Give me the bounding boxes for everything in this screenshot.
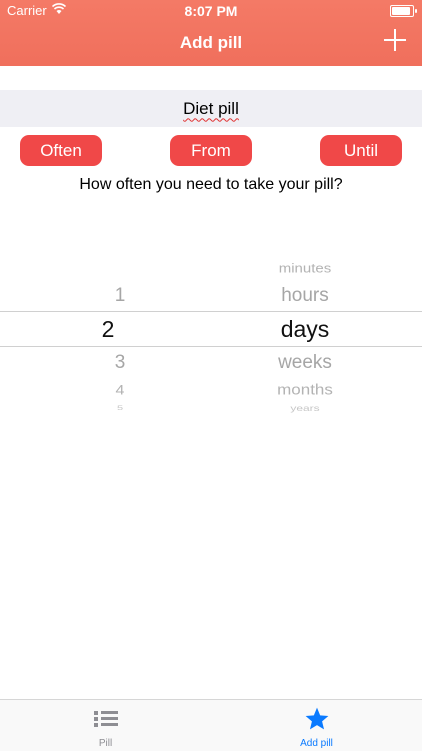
add-icon[interactable] [384, 29, 406, 51]
picker-selection-bottom-line [0, 346, 422, 347]
tab-pill[interactable]: Pill [0, 700, 211, 751]
page-title: Add pill [179, 33, 243, 52]
tab-add-pill-label: Add pill [300, 738, 333, 749]
tab-bar: Pill Add pill [0, 699, 422, 751]
navigation-header: Carrier 8:07 PM Add pill [0, 0, 422, 66]
status-bar: Carrier 8:07 PM [0, 0, 422, 22]
pill-name-text: Diet pill [183, 98, 239, 118]
picker-unit-option[interactable]: minutes [200, 261, 410, 275]
often-button[interactable]: Often [20, 135, 102, 166]
tab-add-pill[interactable]: Add pill [211, 700, 422, 751]
battery-icon [390, 5, 417, 17]
list-icon [94, 710, 118, 728]
tab-pill-label: Pill [98, 738, 113, 749]
picker-unit-option[interactable]: weeks [200, 352, 410, 374]
frequency-picker[interactable]: 1 2 3 4 5 minutes hours days weeks month… [0, 245, 422, 435]
pill-name-field[interactable]: Diet pill [0, 90, 422, 127]
picker-unit-option[interactable]: hours [200, 285, 410, 307]
frequency-question: How often you need to take your pill? [79, 176, 343, 193]
picker-unit-option[interactable]: months [200, 382, 410, 399]
picker-selection-top-line [0, 311, 422, 312]
status-time: 8:07 PM [184, 3, 238, 19]
from-button[interactable]: From [170, 135, 252, 166]
picker-unit-option[interactable]: years [200, 403, 410, 413]
star-icon [305, 707, 329, 730]
picker-unit-selected[interactable]: days [200, 316, 410, 343]
until-button[interactable]: Until [320, 135, 402, 166]
picker-number-selected[interactable]: 2 [0, 316, 216, 343]
